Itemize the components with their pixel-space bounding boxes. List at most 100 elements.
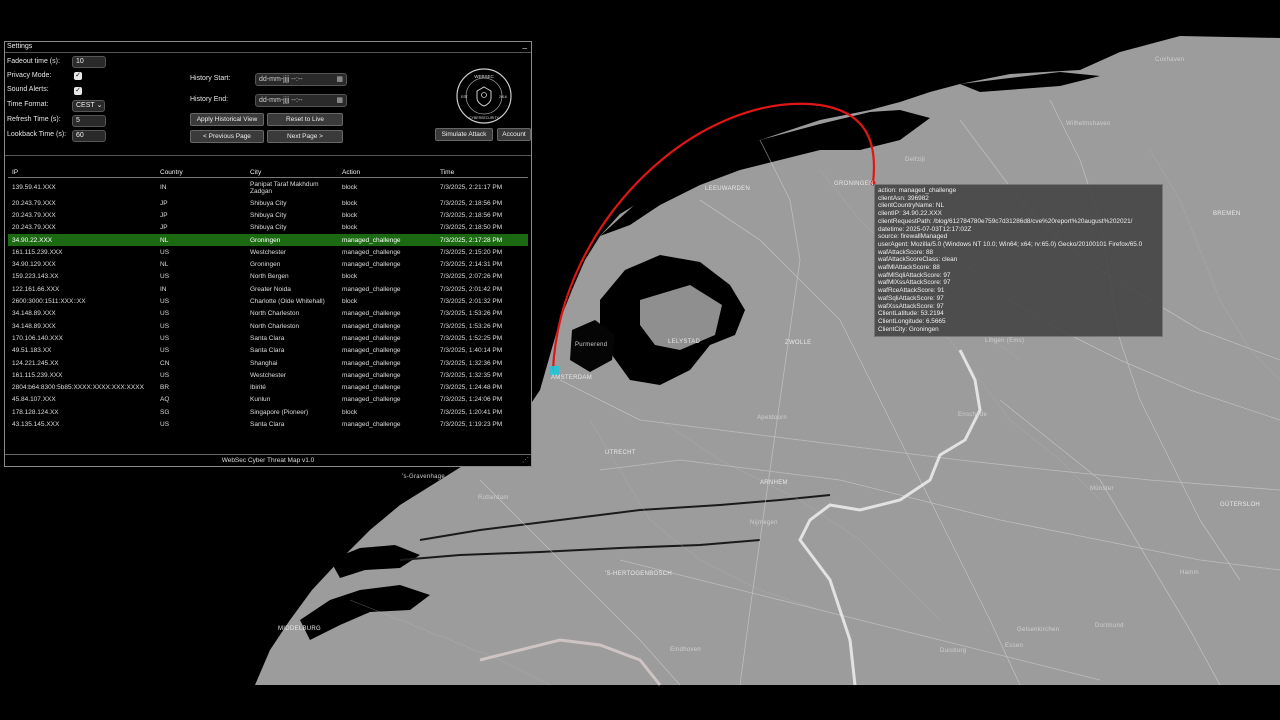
privacy-mode-checkbox[interactable]: ✓ xyxy=(74,72,82,80)
calendar-icon[interactable]: ▦ xyxy=(336,74,343,85)
tooltip-line: wafSqliAttackScore: 97 xyxy=(878,294,944,302)
table-cell-action: block xyxy=(342,408,358,416)
map-label-wilhelmshaven: Wilhelmshaven xyxy=(1066,121,1111,127)
table-row[interactable]: 161.115.239.XXX US Westchester managed_chal… xyxy=(8,369,528,381)
tooltip-line: ClientLongitude: 6.5665 xyxy=(878,317,946,325)
table-row[interactable]: 20.243.79.XXX JP Shibuya City block 7/3/2025… xyxy=(8,197,528,209)
sound-alerts-checkbox[interactable]: ✓ xyxy=(74,87,82,95)
attack-log-table: IP Country City Action Time 139.59.41.XX… xyxy=(8,167,528,431)
table-cell-action: block xyxy=(342,211,358,219)
table-cell-country: JP xyxy=(160,199,168,207)
next-page-button[interactable]: Next Page > xyxy=(267,130,343,143)
map-label-dortmund: Dortmund xyxy=(1095,623,1124,629)
table-cell-city: North Bergen xyxy=(250,273,289,281)
table-cell-action: block xyxy=(342,199,358,207)
table-cell-time: 7/3/2025, 2:01:32 PM xyxy=(440,298,503,306)
map-label-lelystad: LELYSTAD xyxy=(668,339,701,345)
table-cell-city: Groningen xyxy=(246,233,338,247)
tooltip-line: clientCountryName: NL xyxy=(878,202,945,210)
apply-historical-view-button[interactable]: Apply Historical View xyxy=(190,113,264,126)
table-cell-time: 7/3/2025, 1:32:35 PM xyxy=(440,371,503,379)
logo-bottom-text: CYBERSECURITY xyxy=(469,116,499,120)
settings-titlebar[interactable]: Settings _ xyxy=(5,40,531,53)
table-cell-country: SG xyxy=(160,408,170,416)
table-row[interactable]: 124.221.245.XX CN Shanghai managed_challeng… xyxy=(8,357,528,369)
time-format-select[interactable]: CEST ⌄ xyxy=(72,100,105,112)
table-cell-action: managed_challenge xyxy=(342,359,401,367)
lookback-time-label: Lookback Time (s): xyxy=(7,131,67,138)
table-row[interactable]: 178.128.124.XX SG Singapore (Pioneer) block… xyxy=(8,406,528,418)
table-cell-country: AQ xyxy=(160,396,170,404)
history-start-placeholder: dd-mm-jjjj --:-- xyxy=(259,76,303,83)
table-cell-action: managed_challenge xyxy=(342,334,401,342)
minimize-button[interactable]: _ xyxy=(523,40,527,50)
logo-right-text: 2016 xyxy=(499,95,507,99)
table-cell-action: managed_challenge xyxy=(342,248,401,256)
column-header-country[interactable]: Country xyxy=(156,167,246,178)
table-row[interactable]: 49.51.183.XX US Santa Clara managed_challen… xyxy=(8,345,528,357)
map-label-purmerend: Purmerend xyxy=(575,342,608,348)
table-cell-time: 7/3/2025, 1:20:41 PM xyxy=(440,408,503,416)
logo-top-text: WEBSEC xyxy=(474,74,494,79)
tooltip-line: datetime: 2025-07-03T12:17:02Z xyxy=(878,225,972,233)
table-cell-ip: 178.128.124.XX xyxy=(12,408,59,416)
table-cell-country: JP xyxy=(160,224,168,232)
previous-page-button[interactable]: < Previous Page xyxy=(190,130,264,143)
table-row[interactable]: 34.90.129.XXX NL Groningen managed_challeng… xyxy=(8,258,528,270)
table-cell-time: 7/3/2025, 1:24:06 PM xyxy=(440,396,503,404)
table-row[interactable]: 45.84.107.XXX AQ Kunlun managed_challenge 7/… xyxy=(8,394,528,406)
table-cell-ip: 161.115.239.XXX xyxy=(12,248,63,256)
table-row[interactable]: 20.243.79.XXX JP Shibuya City block 7/3/2025… xyxy=(8,222,528,234)
table-row[interactable]: 20.243.79.XXX JP Shibuya City block 7/3/2025… xyxy=(8,209,528,221)
tooltip-line: ClientCity: Groningen xyxy=(878,325,939,333)
table-cell-ip: 34.90.129.XXX xyxy=(12,261,56,269)
table-row[interactable]: 159.223.143.XX US North Bergen block 7/3/202… xyxy=(8,271,528,283)
tooltip-line: wafAttackScoreClass: clean xyxy=(878,256,958,264)
table-cell-city: Westchester xyxy=(250,371,287,379)
table-cell-action: managed_challenge xyxy=(338,233,436,247)
history-end-input[interactable]: dd-mm-jjjj --:-- ▦ xyxy=(255,94,347,107)
table-row[interactable]: 34.148.89.XXX US North Charleston managed_c… xyxy=(8,320,528,332)
table-row[interactable]: 2600:3000:1511:XXX::XX US Charlotte (Olde … xyxy=(8,295,528,307)
column-header-time[interactable]: Time xyxy=(436,167,528,178)
history-start-input[interactable]: dd-mm-jjjj --:-- ▦ xyxy=(255,73,347,86)
table-row[interactable]: 34.148.89.XXX US North Charleston managed_c… xyxy=(8,308,528,320)
table-row[interactable]: 2804:b64:8300:5b85:XXXX:XXXX:XXX:XXXX BR I… xyxy=(8,381,528,393)
column-header-city[interactable]: City xyxy=(246,167,338,178)
table-cell-time: 7/3/2025, 1:40:14 PM xyxy=(440,347,503,355)
table-row[interactable]: 34.90.22.XXX NL Groningen managed_challenge… xyxy=(8,233,528,247)
table-cell-city: Westchester xyxy=(250,248,287,256)
map-label-leeuwarden: LEEUWARDEN xyxy=(705,186,751,192)
table-cell-ip: 49.51.183.XX xyxy=(12,347,52,355)
table-cell-country: IN xyxy=(160,184,167,191)
table-row[interactable]: 170.106.140.XXX US Santa Clara managed_chal… xyxy=(8,332,528,344)
table-cell-country: US xyxy=(160,371,170,379)
simulate-attack-button[interactable]: Simulate Attack xyxy=(435,128,493,141)
websec-logo: WEBSEC CYBERSECURITY EST 2016 xyxy=(456,68,512,124)
fadeout-input[interactable]: 10 xyxy=(72,56,106,68)
column-header-action[interactable]: Action xyxy=(338,167,436,178)
table-row[interactable]: 122.161.66.XXX IN Greater Noida managed_cha… xyxy=(8,283,528,295)
table-row[interactable]: 161.115.239.XXX US Westchester managed_chal… xyxy=(8,246,528,258)
lookback-time-input[interactable]: 60 xyxy=(72,130,106,142)
resize-grip-icon[interactable]: ⋰ xyxy=(522,456,529,464)
column-header-ip[interactable]: IP xyxy=(8,167,156,178)
refresh-time-input[interactable]: 5 xyxy=(72,115,106,127)
map-label-delfzijl: Delfzijl xyxy=(905,157,926,163)
calendar-icon[interactable]: ▦ xyxy=(336,95,343,106)
table-row[interactable]: 139.59.41.XXX IN Panipat Taraf Makhdum Zad… xyxy=(8,178,528,198)
table-cell-action: managed_challenge xyxy=(342,285,401,293)
table-cell-action: managed_challenge xyxy=(342,384,401,392)
map-label-zwolle: ZWOLLE xyxy=(785,340,812,346)
reset-to-live-button[interactable]: Reset to Live xyxy=(267,113,343,126)
map-label-middelburg: MIDDELBURG xyxy=(278,626,322,632)
table-cell-action: managed_challenge xyxy=(342,261,401,269)
table-row[interactable]: 43.135.145.XXX US Santa Clara managed_chall… xyxy=(8,418,528,430)
tooltip-line: ClientLatitude: 53.2194 xyxy=(878,310,944,318)
account-button[interactable]: Account xyxy=(497,128,531,141)
table-cell-ip: 161.115.239.XXX xyxy=(12,371,63,379)
table-cell-country: CN xyxy=(160,359,170,367)
table-cell-ip: 139.59.41.XXX xyxy=(12,184,56,191)
table-cell-city: Santa Clara xyxy=(250,347,285,355)
map-label-amsterdam: AMSTERDAM xyxy=(551,375,593,381)
